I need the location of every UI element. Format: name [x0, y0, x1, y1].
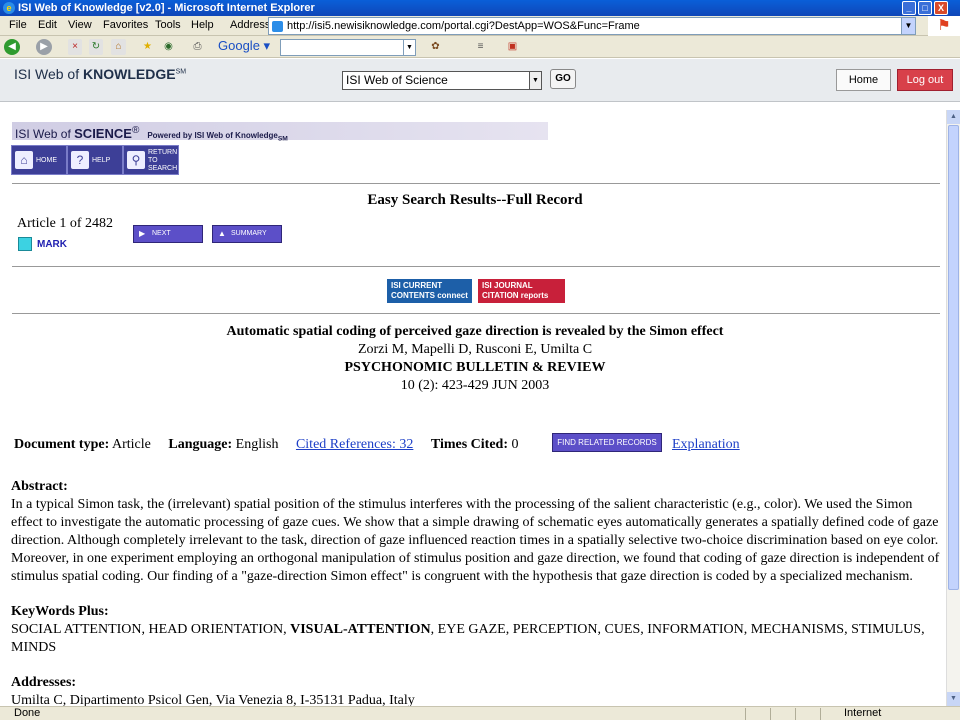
menu-file[interactable]: File: [9, 19, 27, 31]
home-icon[interactable]: ⌂: [111, 39, 126, 55]
status-separator: [820, 708, 821, 720]
back-icon[interactable]: ◀: [4, 39, 20, 55]
journal-citation-reports-button[interactable]: ISI JOURNAL CITATION reports: [478, 279, 565, 303]
article-count: Article 1 of 2482: [17, 216, 114, 231]
scroll-down-icon[interactable]: ▼: [947, 692, 960, 706]
keywords-heading: KeyWords Plus:: [11, 604, 109, 619]
favorites-star-icon[interactable]: ★: [140, 39, 155, 55]
record-volume: 10 (2): 423-429 JUN 2003: [400, 378, 550, 393]
refresh-icon[interactable]: ↻: [89, 39, 103, 55]
status-text: Done: [14, 707, 41, 719]
language: English: [235, 437, 279, 452]
browser-toolbar: ◀ ▶ × ↻ ⌂ ★ ◉ ⎙ ✿ ≡ ▣: [0, 36, 960, 58]
database-select[interactable]: ISI Web of Science ▼: [342, 71, 542, 90]
record-metadata-line: Document type: Article Language: English…: [14, 437, 519, 452]
wos-nav-buttons: ⌂ HOME ? HELP ⚲ RETURN TO SEARCH: [11, 145, 179, 175]
record-title: Automatic spatial coding of perceived ga…: [226, 324, 724, 339]
address-url: http://isi5.newisiknowledge.com/portal.c…: [287, 20, 640, 32]
return-to-search-button[interactable]: ⚲ RETURN TO SEARCH: [123, 145, 179, 175]
summary-button[interactable]: ▲ SUMMARY: [212, 225, 282, 243]
menu-edit[interactable]: Edit: [38, 19, 57, 31]
magnifier-icon: ⚲: [127, 151, 145, 169]
windows-logo-icon: ⚑: [928, 16, 960, 36]
maximize-button[interactable]: □: [918, 1, 932, 15]
addresses-heading: Addresses:: [11, 675, 77, 690]
close-button[interactable]: X: [934, 1, 948, 15]
question-icon: ?: [71, 151, 89, 169]
house-icon: ⌂: [15, 151, 33, 169]
menu-help[interactable]: Help: [191, 19, 214, 31]
forward-icon[interactable]: ▶: [36, 39, 52, 55]
status-bar: Done Internet: [0, 706, 960, 720]
database-select-value: ISI Web of Science: [346, 73, 448, 87]
divider: [12, 313, 940, 314]
divider: [12, 266, 940, 267]
divider: [12, 183, 940, 184]
next-button[interactable]: ▶ NEXT: [133, 225, 203, 243]
menu-view[interactable]: View: [68, 19, 92, 31]
history-icon[interactable]: ◉: [161, 39, 176, 55]
wos-banner: ISI Web of SCIENCE® Powered by ISI Web of…: [12, 122, 548, 143]
isi-logo: ISI Web of KNOWLEDGESM: [14, 66, 187, 82]
go-button[interactable]: GO: [550, 69, 576, 89]
google-toolbar-label[interactable]: Google ▾: [218, 38, 270, 54]
status-separator: [770, 708, 771, 720]
internet-zone: Internet: [844, 707, 882, 719]
page-info-icon[interactable]: ≡: [473, 39, 488, 55]
stop-icon[interactable]: ×: [68, 39, 82, 55]
arrow-up-icon: ▲: [218, 229, 226, 238]
status-separator: [745, 708, 746, 720]
print-icon[interactable]: ⎙: [190, 39, 205, 55]
record-citation: Automatic spatial coding of perceived ga…: [0, 323, 950, 395]
abstract-heading: Abstract:: [11, 479, 68, 494]
window-title: ISI Web of Knowledge [v2.0] - Microsoft …: [18, 2, 315, 14]
status-separator: [795, 708, 796, 720]
menu-tools[interactable]: Tools: [155, 19, 181, 31]
logout-button[interactable]: Log out: [897, 69, 953, 91]
address-line: Umilta C, Dipartimento Psicol Gen, Via V…: [11, 693, 415, 706]
window-title-bar: e ISI Web of Knowledge [v2.0] - Microsof…: [0, 0, 960, 16]
popup-blocker-icon[interactable]: ✿: [428, 39, 443, 55]
google-search-input[interactable]: ▼: [280, 39, 416, 56]
keywords-text: SOCIAL ATTENTION, HEAD ORIENTATION, VISU…: [11, 622, 925, 655]
address-label: Address: [230, 19, 271, 31]
times-cited: 0: [511, 437, 519, 452]
find-related-records-button[interactable]: FIND RELATED RECORDS: [552, 433, 662, 452]
arrow-right-icon: ▶: [139, 229, 146, 238]
record-journal: PSYCHONOMIC BULLETIN & REVIEW: [344, 360, 606, 375]
explanation-link[interactable]: Explanation: [672, 437, 740, 453]
ie-logo-icon: e: [3, 2, 15, 14]
scroll-up-icon[interactable]: ▲: [947, 110, 960, 124]
address-bar[interactable]: http://isi5.newisiknowledge.com/portal.c…: [268, 17, 916, 35]
abstract-text: In a typical Simon task, the (irrelevant…: [11, 497, 940, 584]
cited-references-link[interactable]: Cited References: 32: [296, 437, 413, 452]
media-icon[interactable]: ▣: [505, 39, 520, 55]
wos-home-button[interactable]: ⌂ HOME: [11, 145, 67, 175]
record-authors: Zorzi M, Mapelli D, Rusconi E, Umilta C: [357, 342, 593, 357]
wos-help-button[interactable]: ? HELP: [67, 145, 123, 175]
menu-favorites[interactable]: Favorites: [103, 19, 148, 31]
page-icon: [272, 21, 283, 32]
doc-type: Article: [112, 437, 151, 452]
google-search-dropdown-icon[interactable]: ▼: [403, 40, 415, 55]
page-title: Easy Search Results--Full Record: [367, 192, 583, 208]
address-dropdown-icon[interactable]: ▼: [901, 18, 915, 34]
database-dropdown-icon[interactable]: ▼: [529, 72, 541, 89]
home-button[interactable]: Home: [836, 69, 891, 91]
minimize-button[interactable]: _: [902, 1, 916, 15]
mark-checkbox[interactable]: [18, 237, 32, 251]
current-contents-button[interactable]: ISI CURRENT CONTENTS connect: [387, 279, 472, 303]
mark-label[interactable]: MARK: [37, 239, 67, 250]
